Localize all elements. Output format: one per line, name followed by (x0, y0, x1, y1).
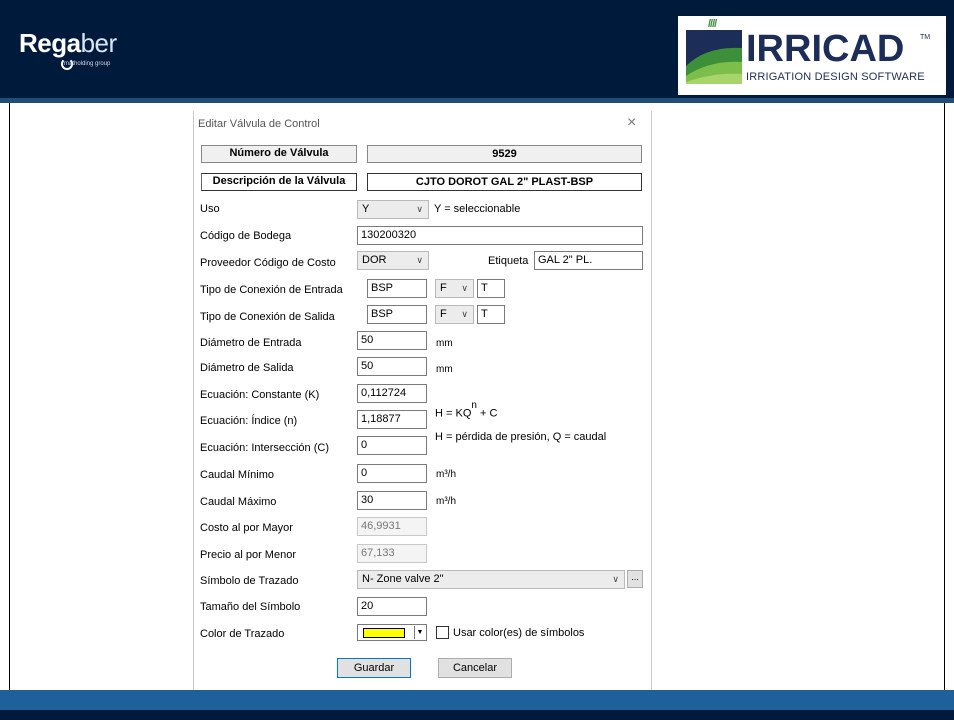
cancel-button[interactable]: Cancelar (438, 658, 512, 678)
etiqueta-input[interactable]: GAL 2" PL. (534, 251, 643, 270)
footer-band (0, 710, 954, 720)
diametro-entrada-unit: mm (436, 338, 453, 349)
conexion-entrada-label: Tipo de Conexión de Entrada (200, 284, 343, 296)
description-value: CJTO DOROT GAL 2" PLAST-BSP (367, 173, 642, 191)
ecuacion-indice-label: Ecuación: Índice (n) (200, 415, 298, 427)
formula-legend: H = pérdida de presión, Q = caudal (435, 431, 607, 443)
diametro-salida-label: Diámetro de Salida (200, 362, 294, 374)
codigo-bodega-label: Código de Bodega (200, 230, 292, 242)
conexion-entrada-gender-value: F (440, 282, 447, 294)
conexion-entrada-extra-input[interactable]: T (477, 279, 505, 298)
proveedor-select-value: DOR (362, 254, 387, 266)
chevron-down-icon: ∨ (612, 574, 619, 584)
irricad-subtitle: IRRIGATION DESIGN SOFTWARE (746, 71, 925, 83)
save-button[interactable]: Guardar (337, 658, 411, 678)
caudal-minimo-label: Caudal Mínimo (200, 469, 274, 481)
precio-menor-input: 67,133 (357, 544, 427, 563)
chevron-down-icon: ∨ (416, 255, 423, 265)
footer-stripe (0, 690, 954, 710)
conexion-salida-extra-input[interactable]: T (477, 305, 505, 324)
caudal-maximo-input[interactable]: 30 (357, 491, 427, 510)
valve-number-label: Número de Válvula (201, 145, 357, 163)
proveedor-label: Proveedor Código de Costo (200, 257, 336, 269)
uso-select[interactable]: Y ∨ (357, 200, 429, 219)
color-swatch (363, 628, 405, 638)
precio-menor-label: Precio al por Menor (200, 549, 296, 561)
caudal-maximo-label: Caudal Máximo (200, 496, 277, 508)
ecuacion-constante-label: Ecuación: Constante (K) (200, 389, 320, 401)
diametro-entrada-input[interactable]: 50 (357, 331, 427, 350)
uso-note: Y = seleccionable (434, 203, 521, 215)
caudal-minimo-unit: m³/h (436, 469, 456, 480)
conexion-entrada-type-input[interactable]: BSP (367, 279, 427, 298)
irricad-field-icon (686, 30, 742, 84)
formula-exponent: n (471, 400, 477, 411)
conexion-entrada-gender-select[interactable]: F ∨ (435, 279, 474, 298)
formula-end: + C (480, 407, 498, 420)
tamano-simbolo-label: Tamaño del Símbolo (200, 601, 301, 613)
costo-mayor-input: 46,9931 (357, 517, 427, 536)
chevron-down-icon: ∨ (461, 309, 468, 319)
ecuacion-interseccion-input[interactable]: 0 (357, 436, 427, 455)
regaber-logo: Regaber matholding group (19, 28, 118, 70)
use-symbol-colors-checkbox[interactable] (436, 626, 449, 639)
description-label: Descripción de la Válvula (201, 173, 357, 191)
formula-main: H = KQ (435, 407, 472, 420)
valve-number-value: 9529 (367, 145, 642, 163)
browse-symbol-button[interactable]: ... (627, 570, 643, 588)
ecuacion-indice-input[interactable]: 1,18877 (357, 410, 427, 429)
chevron-down-icon: ∨ (416, 204, 423, 214)
uso-label: Uso (200, 203, 220, 215)
ecuacion-interseccion-label: Ecuación: Intersección (C) (200, 442, 329, 454)
uso-select-value: Y (362, 203, 370, 215)
codigo-bodega-input[interactable]: 130200320 (357, 226, 643, 245)
color-picker[interactable]: ▼ (357, 624, 427, 641)
close-icon[interactable]: × (627, 114, 636, 132)
diametro-salida-unit: mm (436, 364, 453, 375)
simbolo-trazado-select[interactable]: N- Zone valve 2" ∨ (357, 570, 625, 589)
caudal-minimo-input[interactable]: 0 (357, 464, 427, 483)
diametro-salida-input[interactable]: 50 (357, 357, 427, 376)
caudal-maximo-unit: m³/h (436, 496, 456, 507)
irricad-trademark: TM (920, 34, 931, 41)
chevron-down-icon: ∨ (461, 283, 468, 293)
proveedor-select[interactable]: DOR ∨ (357, 251, 429, 270)
color-trazado-label: Color de Trazado (200, 628, 285, 640)
formula: H = KQn + C (435, 400, 498, 421)
irricad-spray-icon: //// (708, 18, 717, 30)
conexion-salida-type-input[interactable]: BSP (367, 305, 427, 324)
diametro-entrada-label: Diámetro de Entrada (200, 337, 302, 349)
regaber-logo-bold: Rega (19, 28, 81, 58)
irricad-title: IRRICAD (746, 28, 905, 70)
conexion-salida-label: Tipo de Conexión de Salida (200, 311, 335, 323)
conexion-salida-gender-select[interactable]: F ∨ (435, 305, 474, 324)
edit-control-valve-dialog: Editar Válvula de Control × Número de Vá… (193, 111, 652, 690)
costo-mayor-label: Costo al por Mayor (200, 522, 293, 534)
tamano-simbolo-input[interactable]: 20 (357, 597, 427, 616)
regaber-logo-sub: matholding group (64, 61, 111, 67)
use-symbol-colors-label: Usar color(es) de símbolos (453, 627, 585, 639)
etiqueta-label: Etiqueta (488, 255, 529, 267)
ecuacion-constante-input[interactable]: 0,112724 (357, 384, 427, 403)
conexion-salida-gender-value: F (440, 308, 447, 320)
irricad-logo: //// IRRICAD TM IRRIGATION DESIGN SOFTWA… (678, 16, 946, 95)
simbolo-trazado-label: Símbolo de Trazado (200, 575, 299, 587)
simbolo-trazado-value: N- Zone valve 2" (362, 573, 444, 585)
dialog-title: Editar Válvula de Control (198, 118, 320, 130)
chevron-down-icon: ▼ (414, 626, 425, 639)
regaber-logo-thin: ber (80, 28, 118, 58)
